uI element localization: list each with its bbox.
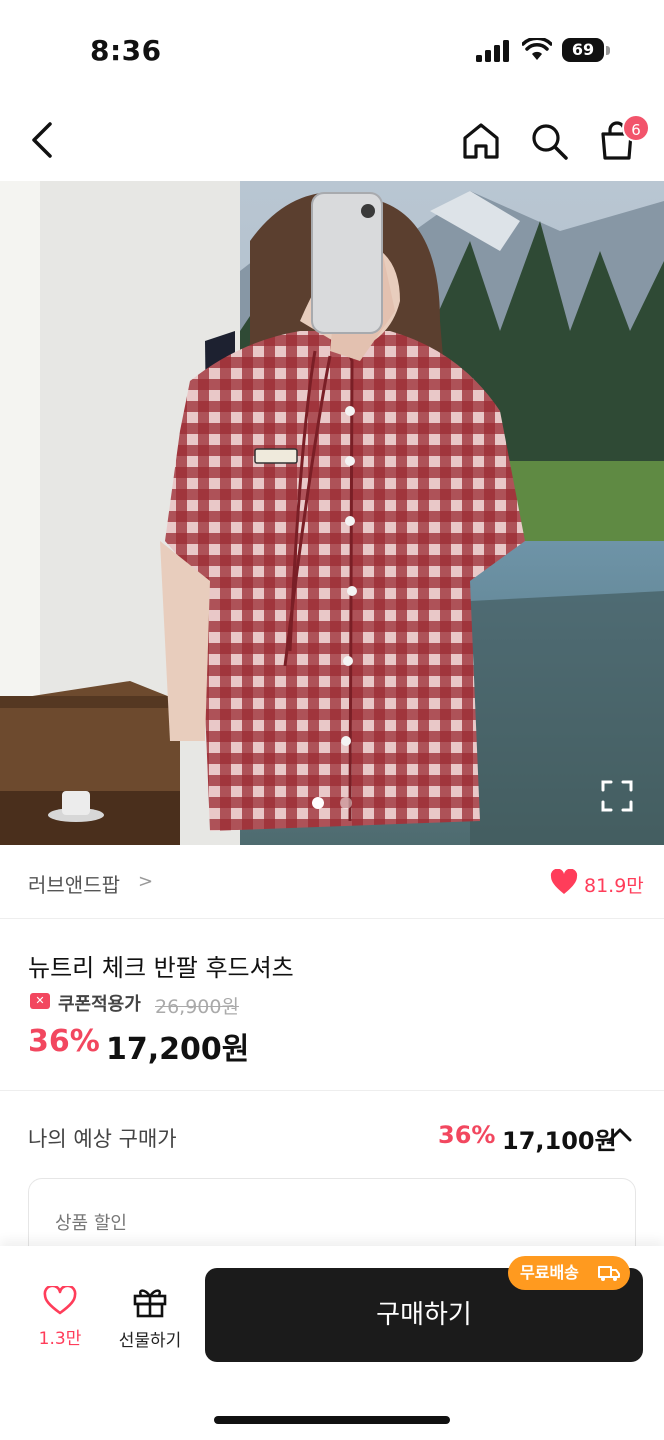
- product-photo: [0, 181, 664, 845]
- carousel-dot-active[interactable]: [312, 797, 324, 809]
- battery-level: 69: [562, 38, 604, 62]
- brand-row: 러브앤드팝 > 81.9만: [0, 845, 664, 919]
- gift-button[interactable]: 선물하기: [110, 1286, 190, 1356]
- expected-price-label: 나의 예상 구매가: [28, 1127, 177, 1151]
- expected-discount-rate: 36%: [438, 1121, 496, 1149]
- chevron-up-icon[interactable]: [606, 1123, 634, 1147]
- sale-price: 17,200원: [106, 1032, 250, 1067]
- original-price: 26,900원: [155, 996, 239, 1018]
- carousel-dots: [308, 797, 358, 811]
- product-discount-label: 상품 할인: [55, 1213, 127, 1234]
- chevron-right-icon[interactable]: >: [138, 871, 153, 892]
- expected-price-row[interactable]: 나의 예상 구매가 36% 17,100원: [0, 1090, 664, 1180]
- product-image-carousel[interactable]: [0, 181, 664, 845]
- back-icon[interactable]: [22, 118, 62, 162]
- home-icon[interactable]: [460, 120, 502, 162]
- top-navigation: 6: [0, 100, 664, 180]
- status-time: 8:36: [90, 34, 162, 67]
- heart-icon[interactable]: [550, 869, 578, 895]
- home-indicator: [214, 1416, 450, 1424]
- product-info: 뉴트리 체크 반팔 후드셔츠 ✕ 쿠폰적용가 26,900원 36% 17,20…: [0, 920, 664, 1090]
- wifi-icon: [522, 38, 552, 60]
- carousel-dot[interactable]: [340, 797, 352, 809]
- coupon-price-label: 쿠폰적용가: [58, 994, 141, 1015]
- like-count: 1.3만: [38, 1329, 82, 1349]
- heart-outline-icon: [43, 1286, 77, 1315]
- gift-label: 선물하기: [118, 1331, 182, 1351]
- bottom-action-bar: 1.3만 선물하기 구매하기 무료배송: [0, 1246, 664, 1440]
- cart-count-badge: 6: [622, 114, 650, 142]
- truck-icon: [598, 1266, 620, 1281]
- status-bar: 8:36 69: [0, 0, 664, 100]
- brand-name-link[interactable]: 러브앤드팝: [28, 869, 120, 898]
- free-shipping-badge: 무료배송: [508, 1256, 630, 1290]
- brand-like-count: 81.9만: [584, 875, 644, 897]
- coupon-icon: ✕: [30, 993, 50, 1009]
- signal-icon: [476, 40, 509, 62]
- search-icon[interactable]: [528, 120, 570, 162]
- expected-price: 17,100원: [502, 1127, 617, 1155]
- free-shipping-label: 무료배송: [520, 1263, 579, 1282]
- battery-indicator: 69: [562, 38, 610, 62]
- expand-icon[interactable]: [600, 779, 634, 813]
- product-title: 뉴트리 체크 반팔 후드셔츠: [28, 954, 294, 982]
- like-button[interactable]: 1.3만: [30, 1286, 90, 1356]
- discount-rate: 36%: [28, 1024, 100, 1059]
- gift-icon: [133, 1289, 167, 1318]
